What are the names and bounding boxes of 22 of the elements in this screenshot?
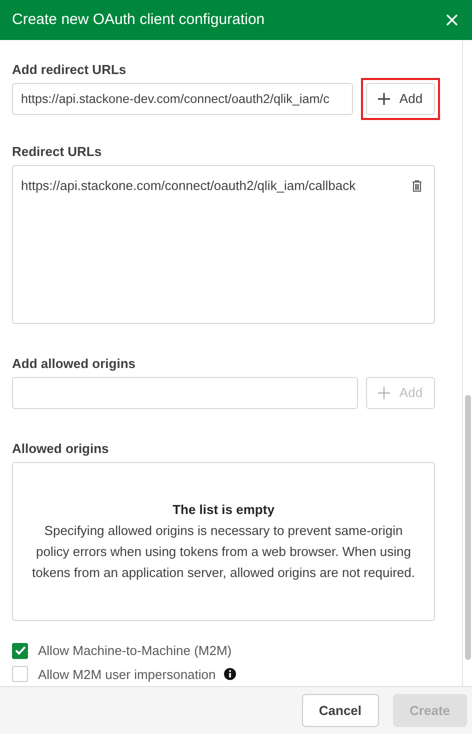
empty-list-message: Specifying allowed origins is necessary to prevent same-origin policy errors when using tokens from a web browser. When using tokens from an application server, allowed origins are not required. <box>31 522 416 582</box>
empty-list-title: The list is empty <box>172 501 274 520</box>
url-list-item: https://api.stackone.com/connect/oauth2/qlik_iam/callback <box>21 177 356 195</box>
checkbox-label: Allow M2M user impersonation <box>38 666 216 684</box>
footer-button[interactable]: Cancel <box>302 694 379 727</box>
info-icon[interactable] <box>224 668 236 680</box>
url-input-field[interactable] <box>12 377 358 409</box>
checkbox[interactable] <box>12 666 28 682</box>
scrollbar-thumb[interactable] <box>465 395 471 660</box>
url-input-field[interactable]: https://api.stackone-dev.com/connect/oauth2/qlik_iam/c <box>12 83 353 115</box>
field-label: Add redirect URLs <box>12 62 128 78</box>
plus-icon <box>378 387 390 399</box>
field-label: Redirect URLs <box>12 144 103 160</box>
trash-icon[interactable] <box>412 180 422 192</box>
checkbox-label: Allow Machine-to-Machine (M2M) <box>38 642 232 660</box>
add-button[interactable]: Add <box>366 83 435 115</box>
field-label: Add allowed origins <box>12 356 137 372</box>
close-icon[interactable] <box>446 14 458 26</box>
field-label: Allowed origins <box>12 441 110 457</box>
checkbox[interactable] <box>12 642 28 659</box>
plus-icon <box>378 93 390 105</box>
dialog-title: Create new OAuth client configuration <box>12 10 265 30</box>
